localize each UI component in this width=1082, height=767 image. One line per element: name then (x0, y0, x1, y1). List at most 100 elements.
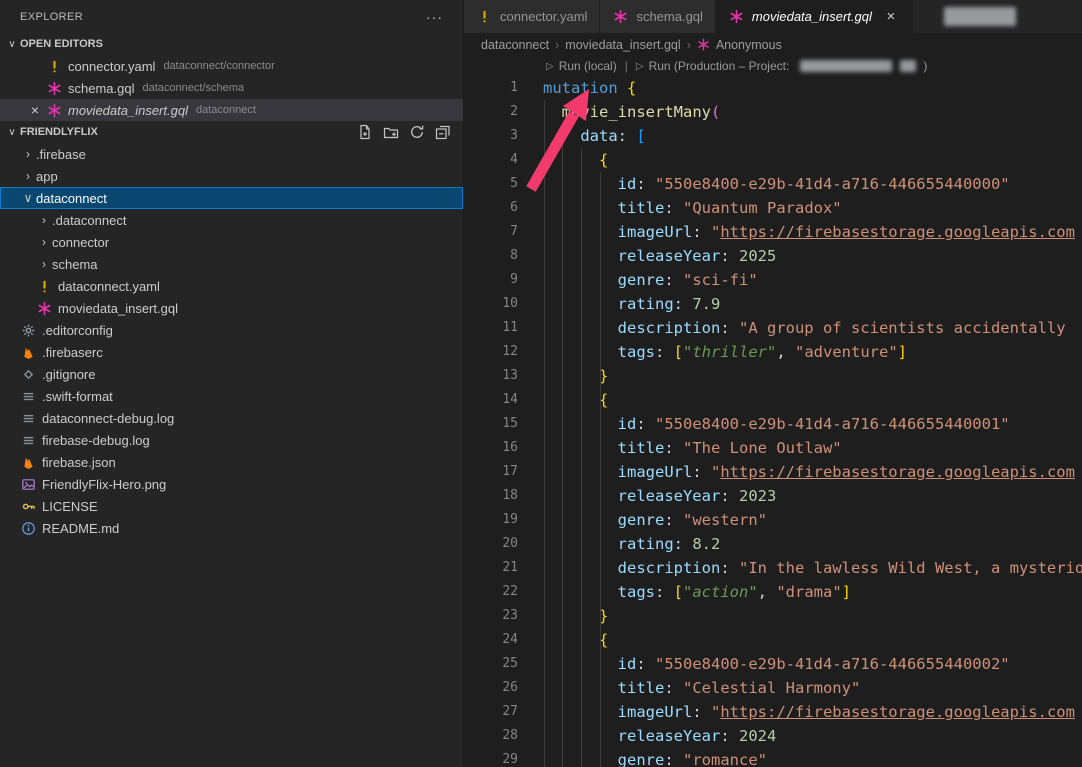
new-file-icon[interactable] (357, 124, 373, 140)
code-text: mutation { (518, 76, 636, 100)
codelens-run-local-button[interactable]: ▷ Run (local) (546, 59, 617, 73)
code-line[interactable]: 20 rating: 8.2 (464, 532, 1082, 556)
line-number: 27 (464, 700, 518, 724)
code-line[interactable]: 8 releaseYear: 2025 (464, 244, 1082, 268)
more-actions-icon[interactable]: ··· (426, 9, 443, 25)
code-text: id: "550e8400-e29b-41d4-a716-44665544000… (518, 652, 1010, 676)
line-number: 7 (464, 220, 518, 244)
tree-item-dataconnect-debug-log[interactable]: dataconnect-debug.log (0, 407, 463, 429)
close-icon[interactable]: × (882, 8, 900, 26)
tree-item-readme-md[interactable]: README.md (0, 517, 463, 539)
code-line[interactable]: 25 id: "550e8400-e29b-41d4-a716-44665544… (464, 652, 1082, 676)
tab-schema-gql[interactable]: schema.gql (600, 0, 715, 33)
close-icon[interactable]: × (27, 102, 43, 118)
code-line[interactable]: 2 movie_insertMany( (464, 100, 1082, 124)
tree-item-friendlyflix-hero-png[interactable]: FriendlyFlix-Hero.png (0, 473, 463, 495)
code-line[interactable]: 26 title: "Celestial Harmony" (464, 676, 1082, 700)
code-line[interactable]: 7 imageUrl: "https://firebasestorage.goo… (464, 220, 1082, 244)
code-line[interactable]: 4 { (464, 148, 1082, 172)
line-number: 1 (464, 76, 518, 100)
code-line[interactable]: 24 { (464, 628, 1082, 652)
code-line[interactable]: 19 genre: "western" (464, 508, 1082, 532)
tree-item-dataconnect[interactable]: ›.dataconnect (0, 209, 463, 231)
tree-item-schema[interactable]: ›schema (0, 253, 463, 275)
code-line[interactable]: 6 title: "Quantum Paradox" (464, 196, 1082, 220)
breadcrumb-label: moviedata_insert.gql (565, 38, 680, 52)
code-line[interactable]: 9 genre: "sci-fi" (464, 268, 1082, 292)
chevron-right-icon: › (36, 236, 52, 248)
tree-item-firebaserc[interactable]: .firebaserc (0, 341, 463, 363)
code-line[interactable]: 17 imageUrl: "https://firebasestorage.go… (464, 460, 1082, 484)
tree-item-swift-format[interactable]: .swift-format (0, 385, 463, 407)
redacted-project-name (900, 60, 916, 72)
refresh-icon[interactable] (409, 124, 425, 140)
tree-item-gitignore[interactable]: .gitignore (0, 363, 463, 385)
code-line[interactable]: 11 description: "A group of scientists a… (464, 316, 1082, 340)
code-line[interactable]: 13 } (464, 364, 1082, 388)
open-editor-schema-gql[interactable]: schema.gqldataconnect/schema (0, 77, 463, 99)
tree-item-firebase-json[interactable]: firebase.json (0, 451, 463, 473)
code-line[interactable]: 10 rating: 7.9 (464, 292, 1082, 316)
codelens-run-production-button[interactable]: ▷ Run (Production – Project: ) (636, 59, 927, 73)
line-number: 17 (464, 460, 518, 484)
breadcrumb-dataconnect[interactable]: dataconnect (481, 38, 549, 52)
open-editor-moviedata-insert-gql[interactable]: ×moviedata_insert.gqldataconnect (0, 99, 463, 121)
code-text: data: [ (518, 124, 646, 148)
code-line[interactable]: 15 id: "550e8400-e29b-41d4-a716-44665544… (464, 412, 1082, 436)
code-content: 1mutation {2 movie_insertMany(3 data: [4… (464, 76, 1082, 767)
tree-item-moviedata-insert-gql[interactable]: moviedata_insert.gql (0, 297, 463, 319)
code-line[interactable]: 18 releaseYear: 2023 (464, 484, 1082, 508)
symbol-icon (697, 38, 711, 52)
tree-item-dataconnect[interactable]: ∨dataconnect (0, 187, 463, 209)
code-line[interactable]: 23 } (464, 604, 1082, 628)
code-line[interactable]: 16 title: "The Lone Outlaw" (464, 436, 1082, 460)
tree-item-firebase[interactable]: ›.firebase (0, 143, 463, 165)
tree-item-label: app (36, 169, 58, 184)
open-editor-connector-yaml[interactable]: connector.yamldataconnect/connector (0, 55, 463, 77)
image-icon (20, 476, 37, 492)
editor-group: connector.yamlschema.gqlmoviedata_insert… (464, 0, 1082, 767)
tree-item-license[interactable]: LICENSE (0, 495, 463, 517)
line-number: 23 (464, 604, 518, 628)
collapse-all-icon[interactable] (435, 124, 451, 140)
firebase-icon (20, 344, 37, 360)
code-line[interactable]: 14 { (464, 388, 1082, 412)
code-line[interactable]: 3 data: [ (464, 124, 1082, 148)
tree-item-dataconnect-yaml[interactable]: dataconnect.yaml (0, 275, 463, 297)
breadcrumb-anonymous[interactable]: Anonymous (697, 38, 782, 52)
tree-item-editorconfig[interactable]: .editorconfig (0, 319, 463, 341)
tree-item-label: firebase-debug.log (42, 433, 150, 448)
code-line[interactable]: 28 releaseYear: 2024 (464, 724, 1082, 748)
chevron-right-icon: › (20, 170, 36, 182)
open-editor-path: dataconnect/schema (142, 82, 244, 94)
code-line[interactable]: 5 id: "550e8400-e29b-41d4-a716-446655440… (464, 172, 1082, 196)
breadcrumb-moviedata-insert-gql[interactable]: moviedata_insert.gql (565, 38, 680, 52)
tree-item-label: LICENSE (42, 499, 98, 514)
line-number: 24 (464, 628, 518, 652)
workspace-header[interactable]: ∨ FRIENDLYFLIX (0, 121, 463, 143)
code-editor[interactable]: ▷ Run (local) | ▷ Run (Production – Proj… (464, 56, 1082, 767)
code-line[interactable]: 21 description: "In the lawless Wild Wes… (464, 556, 1082, 580)
tab-moviedata-insert-gql[interactable]: moviedata_insert.gql× (716, 0, 913, 33)
tree-item-label: moviedata_insert.gql (58, 301, 178, 316)
code-line[interactable]: 12 tags: ["thriller", "adventure"] (464, 340, 1082, 364)
code-line[interactable]: 27 imageUrl: "https://firebasestorage.go… (464, 700, 1082, 724)
line-number: 3 (464, 124, 518, 148)
new-folder-icon[interactable] (383, 124, 399, 140)
chevron-down-icon: ∨ (4, 127, 20, 138)
tree-item-firebase-debug-log[interactable]: firebase-debug.log (0, 429, 463, 451)
line-number: 8 (464, 244, 518, 268)
codelens-run-local-label: Run (local) (559, 59, 617, 73)
tree-item-app[interactable]: ›app (0, 165, 463, 187)
firebase-icon (20, 454, 37, 470)
chevron-down-icon: ∨ (4, 39, 20, 50)
tab-connector-yaml[interactable]: connector.yaml (464, 0, 600, 33)
tree-item-connector[interactable]: ›connector (0, 231, 463, 253)
code-line[interactable]: 29 genre: "romance" (464, 748, 1082, 767)
workspace-label: FRIENDLYFLIX (20, 126, 98, 138)
code-line[interactable]: 1mutation { (464, 76, 1082, 100)
vscode-window: EXPLORER ··· ∨ OPEN EDITORS connector.ya… (0, 0, 1082, 767)
git-icon (20, 366, 37, 382)
open-editors-header[interactable]: ∨ OPEN EDITORS (0, 33, 463, 55)
code-line[interactable]: 22 tags: ["action", "drama"] (464, 580, 1082, 604)
